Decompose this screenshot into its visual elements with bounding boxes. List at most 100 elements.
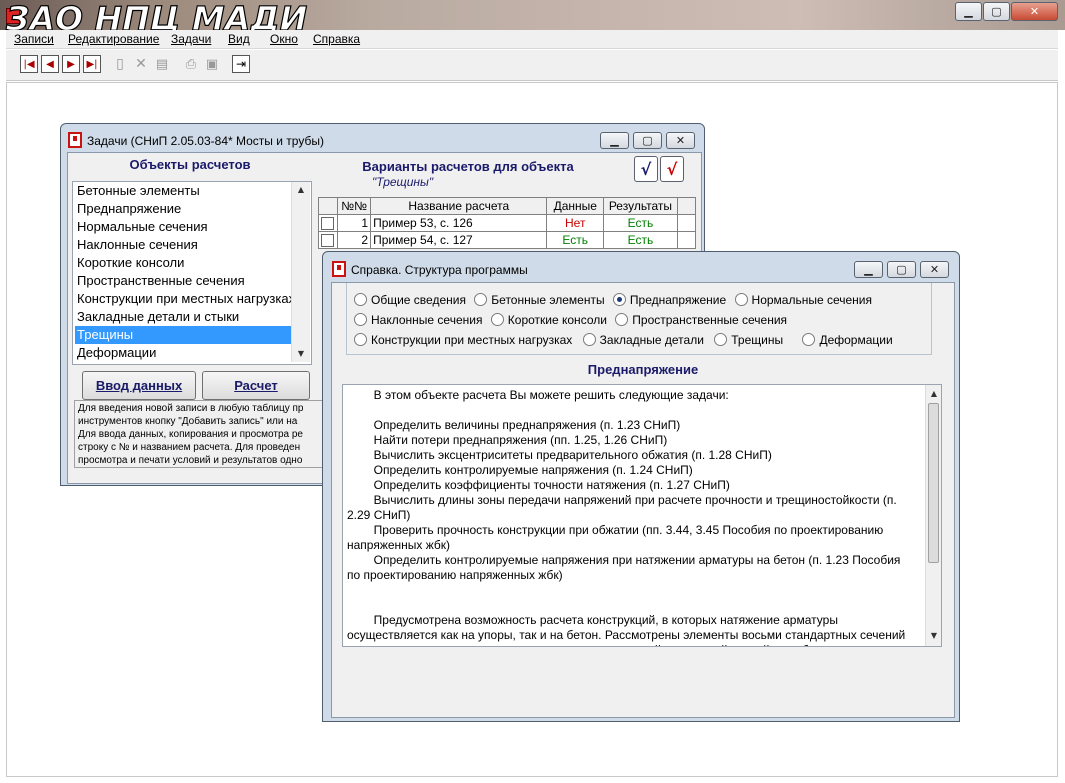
maximize-button[interactable]: ▢ — [983, 2, 1010, 21]
maximize-button[interactable]: ▢ — [887, 261, 916, 278]
radio-circle-icon — [354, 333, 367, 346]
radio-general[interactable]: Общие сведения — [354, 293, 466, 307]
first-icon: |◀ — [23, 58, 35, 70]
menu-tasks[interactable]: Задачи — [171, 32, 211, 46]
exit-button[interactable]: ⇥ — [232, 55, 250, 73]
edit-record-button[interactable]: ▤ — [153, 55, 171, 73]
scroll-up-icon: ▲ — [930, 389, 938, 398]
row-checkbox[interactable] — [321, 234, 334, 248]
radio-row-2: Наклонные сечения Короткие консоли Прост… — [354, 313, 787, 327]
delete-record-button[interactable]: ✕ — [132, 55, 150, 73]
radio-concrete[interactable]: Бетонные элементы — [474, 293, 605, 307]
delete-icon: ✕ — [135, 56, 147, 72]
next-icon: ▶ — [67, 58, 75, 70]
row-checkbox-cell[interactable] — [317, 231, 339, 249]
select-all-button[interactable]: √ — [634, 156, 658, 182]
scroll-down-icon: ▼ — [297, 349, 305, 358]
maximize-button[interactable]: ▢ — [633, 132, 662, 149]
hint-text: Для введения новой записи в любую таблиц… — [74, 400, 324, 468]
radio-inclined-sections[interactable]: Наклонные сечения — [354, 313, 482, 327]
input-data-button[interactable]: Ввод данных — [82, 371, 196, 400]
row-data-status: Есть — [546, 231, 605, 249]
objects-scrollbar[interactable]: ▲ ▼ — [291, 182, 310, 362]
maximize-icon: ▢ — [642, 134, 653, 147]
radio-label: Пространственные сечения — [632, 313, 788, 327]
radio-label: Нормальные сечения — [751, 293, 873, 307]
header-cell — [317, 197, 339, 215]
list-item[interactable]: Нормальные сечения — [75, 218, 208, 236]
next-record-button[interactable]: ▶ — [62, 55, 80, 73]
scroll-down-icon: ▼ — [930, 631, 938, 640]
radio-normal-sections[interactable]: Нормальные сечения — [734, 293, 873, 307]
table-row[interactable]: 2 Пример 54, с. 127 Есть Есть — [317, 231, 697, 249]
first-record-button[interactable]: |◀ — [20, 55, 38, 73]
list-item[interactable]: Наклонные сечения — [75, 236, 198, 254]
list-item[interactable]: Пространственные сечения — [75, 272, 245, 290]
scroll-up-icon: ▲ — [297, 185, 305, 194]
row-checkbox-cell[interactable] — [317, 214, 339, 232]
row-number: 2 — [337, 231, 372, 249]
row-name[interactable]: Пример 54, с. 127 — [370, 231, 548, 249]
radio-label: Общие сведения — [371, 293, 466, 307]
row-checkbox[interactable] — [321, 217, 334, 231]
radio-label: Наклонные сечения — [371, 313, 483, 327]
list-item[interactable]: Бетонные элементы — [75, 182, 200, 200]
header-cell: Результаты — [603, 197, 678, 215]
window-icon — [68, 132, 82, 148]
check-icon: √ — [640, 159, 652, 179]
minimize-button[interactable]: ▁ — [955, 2, 982, 21]
last-record-button[interactable]: ▶| — [83, 55, 101, 73]
radio-circle-icon — [490, 313, 504, 326]
header-cell: Название расчета — [370, 197, 548, 215]
table-row[interactable]: 1 Пример 53, с. 126 Нет Есть — [317, 214, 697, 232]
list-item[interactable]: Преднапряжение — [75, 200, 181, 218]
objects-list[interactable]: Бетонные элементы Преднапряжение Нормаль… — [72, 181, 312, 365]
radio-spatial-sections[interactable]: Пространственные сечения — [615, 313, 787, 327]
row-name[interactable]: Пример 53, с. 126 — [370, 214, 548, 232]
radio-deformations[interactable]: Деформации — [802, 333, 893, 347]
calculate-button[interactable]: Расчет — [202, 371, 310, 400]
radio-local-loads[interactable]: Конструкции при местных нагрузках — [354, 333, 572, 347]
print-icon: ⎙ — [185, 56, 197, 72]
print-button[interactable]: ⎙ — [182, 55, 200, 73]
help-text: В этом объекте расчета Вы можете решить … — [347, 388, 906, 646]
menu-records[interactable]: Записи — [14, 32, 54, 46]
minimize-button[interactable]: ▁ — [854, 261, 883, 278]
minimize-icon: ▁ — [864, 263, 873, 276]
list-item[interactable]: Закладные детали и стыки — [75, 308, 239, 326]
prev-record-button[interactable]: ◀ — [41, 55, 59, 73]
row-number: 1 — [337, 214, 372, 232]
radio-short-consoles[interactable]: Короткие консоли — [490, 313, 607, 327]
row-data-status: Нет — [546, 214, 605, 232]
radio-circle-icon — [474, 293, 488, 306]
menu-view[interactable]: Вид — [228, 32, 250, 46]
radio-prestress[interactable]: Преднапряжение — [612, 293, 726, 307]
radio-cracks[interactable]: Трещины — [714, 333, 783, 347]
add-record-button[interactable]: ▯ — [111, 55, 129, 73]
menu-help[interactable]: Справка — [313, 32, 360, 46]
close-button[interactable]: ✕ — [920, 261, 949, 278]
minimize-button[interactable]: ▁ — [600, 132, 629, 149]
list-item[interactable]: Короткие консоли — [75, 254, 184, 272]
help-scrollbar[interactable]: ▲ ▼ — [925, 385, 941, 646]
radio-circle-icon — [714, 333, 728, 346]
radio-circle-icon — [354, 313, 367, 326]
close-button[interactable]: ✕ — [1011, 2, 1058, 21]
scroll-thumb[interactable] — [928, 403, 939, 563]
toolbar: |◀ ◀ ▶ ▶| ▯ ✕ ▤ ⎙ ▣ ⇥ — [6, 50, 1058, 81]
menu-window[interactable]: Окно — [270, 32, 298, 46]
list-item[interactable]: Деформации — [75, 344, 156, 362]
deselect-all-button[interactable]: √ — [660, 156, 684, 182]
close-button[interactable]: ✕ — [666, 132, 695, 149]
exit-door-icon: ⇥ — [235, 57, 247, 71]
menu-edit[interactable]: Редактирование — [68, 32, 159, 46]
radio-circle-icon — [354, 293, 367, 306]
list-item-selected[interactable]: Трещины — [75, 326, 291, 344]
list-item[interactable]: Конструкции при местных нагрузках — [75, 290, 291, 308]
help-text-area[interactable]: В этом объекте расчета Вы можете решить … — [342, 384, 942, 647]
minimize-icon: ▁ — [964, 5, 973, 18]
radio-embedded-parts[interactable]: Закладные детали — [582, 333, 704, 347]
header-cell — [676, 197, 697, 215]
window-title: Справка. Структура программы — [351, 263, 528, 277]
preview-button[interactable]: ▣ — [203, 55, 221, 73]
